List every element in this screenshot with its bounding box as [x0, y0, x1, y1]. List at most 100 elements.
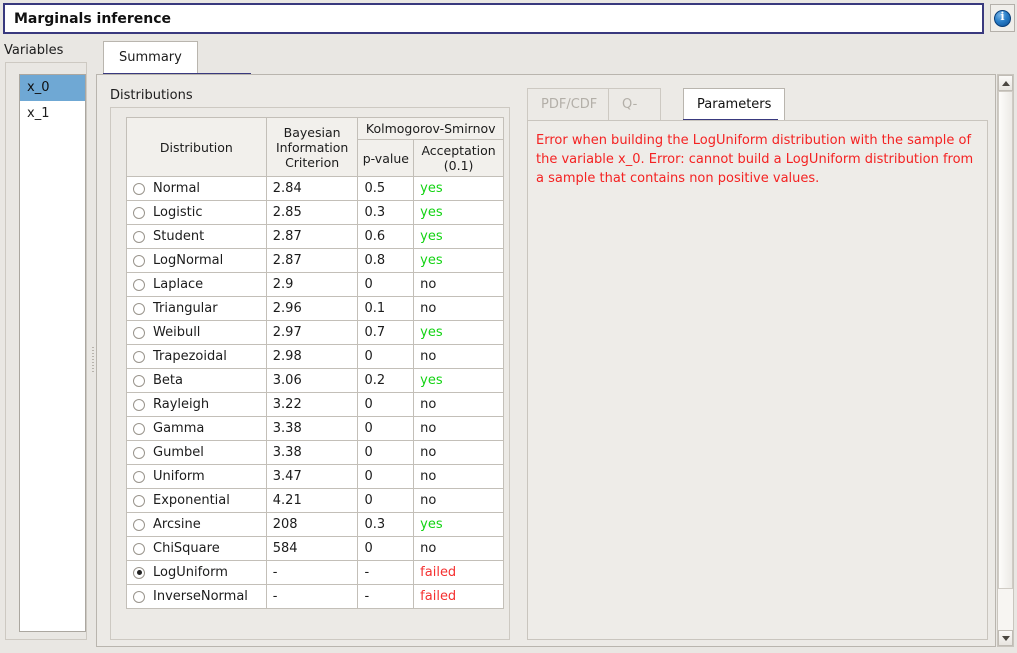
radio-button-icon[interactable] — [133, 230, 145, 243]
cell-bic: - — [265, 584, 359, 609]
header-kolmogorov-smirnov[interactable]: Kolmogorov-Smirnov — [357, 117, 504, 140]
scroll-up-button[interactable] — [998, 75, 1013, 91]
variables-list[interactable]: x_0 x_1 — [19, 74, 86, 632]
cell-bic: 3.47 — [265, 464, 359, 489]
cell-bic: 584 — [265, 536, 359, 561]
table-row[interactable]: Triangular 2.96 0.1 no — [126, 296, 504, 321]
cell-bic: 2.84 — [265, 176, 359, 201]
cell-distribution[interactable]: Triangular — [126, 296, 267, 321]
cell-distribution[interactable]: Logistic — [126, 200, 267, 225]
table-row[interactable]: Weibull 2.97 0.7 yes — [126, 320, 504, 345]
cell-distribution[interactable]: Weibull — [126, 320, 267, 345]
cell-distribution[interactable]: LogUniform — [126, 560, 267, 585]
cell-distribution[interactable]: InverseNormal — [126, 584, 267, 609]
header-pvalue[interactable]: p-value — [357, 139, 415, 177]
cell-pvalue: 0 — [357, 344, 415, 369]
cell-distribution[interactable]: ChiSquare — [126, 536, 267, 561]
cell-acceptation: yes — [413, 224, 504, 249]
cell-bic: 2.87 — [265, 224, 359, 249]
variable-item-x_0[interactable]: x_0 — [20, 75, 85, 101]
cell-acceptation: no — [413, 272, 504, 297]
tab-pdf-cdf[interactable]: PDF/CDF — [527, 88, 612, 120]
radio-button-icon[interactable] — [133, 278, 145, 291]
table-row[interactable]: Student 2.87 0.6 yes — [126, 224, 504, 249]
distribution-name: Normal — [153, 181, 201, 196]
table-row[interactable]: Arcsine 208 0.3 yes — [126, 512, 504, 537]
radio-button-icon[interactable] — [133, 542, 145, 555]
radio-button-icon[interactable] — [133, 398, 145, 411]
info-icon — [994, 9, 1011, 27]
info-button[interactable] — [990, 4, 1015, 32]
scrollbar-track[interactable] — [998, 91, 1013, 630]
table-row[interactable]: ChiSquare 584 0 no — [126, 536, 504, 561]
tab-summary[interactable]: Summary — [103, 41, 198, 74]
cell-distribution[interactable]: Trapezoidal — [126, 344, 267, 369]
chevron-up-icon — [1001, 80, 1010, 86]
table-row[interactable]: LogUniform - - failed — [126, 560, 504, 585]
vertical-scrollbar[interactable] — [997, 74, 1014, 647]
radio-button-icon[interactable] — [133, 518, 145, 531]
cell-distribution[interactable]: Normal — [126, 176, 267, 201]
radio-button-icon[interactable] — [133, 446, 145, 459]
cell-pvalue: 0 — [357, 272, 415, 297]
cell-acceptation: no — [413, 392, 504, 417]
table-row[interactable]: Rayleigh 3.22 0 no — [126, 392, 504, 417]
radio-button-icon[interactable] — [133, 470, 145, 483]
cell-pvalue: 0 — [357, 536, 415, 561]
tab-parameters[interactable]: Parameters — [683, 88, 786, 120]
cell-distribution[interactable]: Student — [126, 224, 267, 249]
radio-button-icon[interactable] — [133, 254, 145, 267]
radio-button-icon[interactable] — [133, 326, 145, 339]
radio-button-icon[interactable] — [133, 374, 145, 387]
table-row[interactable]: Normal 2.84 0.5 yes — [126, 176, 504, 201]
table-row[interactable]: LogNormal 2.87 0.8 yes — [126, 248, 504, 273]
cell-acceptation: no — [413, 440, 504, 465]
table-row[interactable]: Logistic 2.85 0.3 yes — [126, 200, 504, 225]
table-row[interactable]: Gumbel 3.38 0 no — [126, 440, 504, 465]
cell-acceptation: yes — [413, 176, 504, 201]
splitter-middle[interactable] — [511, 107, 519, 640]
distribution-name: Triangular — [153, 301, 218, 316]
table-row[interactable]: InverseNormal - - failed — [126, 584, 504, 609]
cell-distribution[interactable]: Arcsine — [126, 512, 267, 537]
cell-distribution[interactable]: Exponential — [126, 488, 267, 513]
radio-button-icon[interactable] — [133, 494, 145, 507]
table-row[interactable]: Beta 3.06 0.2 yes — [126, 368, 504, 393]
radio-button-icon[interactable] — [133, 566, 145, 579]
table-row[interactable]: Laplace 2.9 0 no — [126, 272, 504, 297]
distributions-label: Distributions — [110, 88, 193, 103]
cell-acceptation: no — [413, 464, 504, 489]
radio-button-icon[interactable] — [133, 302, 145, 315]
cell-distribution[interactable]: Uniform — [126, 464, 267, 489]
variable-item-x_1[interactable]: x_1 — [20, 101, 85, 127]
cell-bic: 3.22 — [265, 392, 359, 417]
table-row[interactable]: Uniform 3.47 0 no — [126, 464, 504, 489]
cell-distribution[interactable]: Gamma — [126, 416, 267, 441]
tab-qq-plot[interactable]: Q-Q Plot — [608, 88, 661, 174]
scrollbar-thumb[interactable] — [998, 91, 1013, 589]
radio-button-icon[interactable] — [133, 182, 145, 195]
radio-button-icon[interactable] — [133, 206, 145, 219]
cell-distribution[interactable]: Laplace — [126, 272, 267, 297]
table-row[interactable]: Trapezoidal 2.98 0 no — [126, 344, 504, 369]
radio-button-icon[interactable] — [133, 350, 145, 363]
table-row[interactable]: Gamma 3.38 0 no — [126, 416, 504, 441]
distribution-name: Weibull — [153, 325, 201, 340]
scroll-down-button[interactable] — [998, 630, 1013, 646]
cell-pvalue: - — [357, 560, 415, 585]
distribution-name: Student — [153, 229, 205, 244]
distribution-name: LogNormal — [153, 253, 224, 268]
radio-button-icon[interactable] — [133, 590, 145, 603]
cell-distribution[interactable]: Gumbel — [126, 440, 267, 465]
cell-distribution[interactable]: LogNormal — [126, 248, 267, 273]
radio-button-icon[interactable] — [133, 422, 145, 435]
table-row[interactable]: Exponential 4.21 0 no — [126, 488, 504, 513]
cell-pvalue: 0 — [357, 464, 415, 489]
variables-label: Variables — [4, 43, 64, 58]
cell-acceptation: failed — [413, 560, 504, 585]
header-acceptation[interactable]: Acceptation (0.1) — [413, 139, 504, 177]
header-bic[interactable]: Bayesian Information Criterion — [265, 117, 359, 177]
cell-distribution[interactable]: Beta — [126, 368, 267, 393]
header-distribution[interactable]: Distribution — [126, 117, 267, 177]
cell-distribution[interactable]: Rayleigh — [126, 392, 267, 417]
